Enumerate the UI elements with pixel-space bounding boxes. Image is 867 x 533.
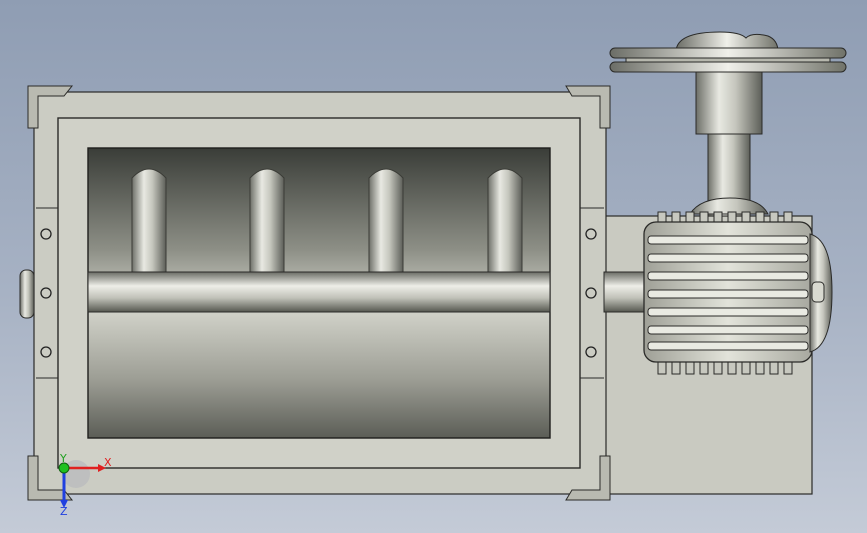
paddle xyxy=(487,168,523,275)
x-axis-label: X xyxy=(104,456,112,469)
gear-motor xyxy=(643,211,833,375)
cad-drawing: X Y Z xyxy=(19,31,847,518)
left-bearing-hub xyxy=(19,269,35,319)
pulley xyxy=(609,47,847,73)
paddle xyxy=(368,168,404,275)
z-axis-label: Z xyxy=(60,505,68,518)
paddle xyxy=(131,168,167,275)
paddle xyxy=(249,168,285,275)
cad-viewport[interactable]: X Y Z xyxy=(0,0,867,533)
y-axis-label: Y xyxy=(59,452,67,465)
